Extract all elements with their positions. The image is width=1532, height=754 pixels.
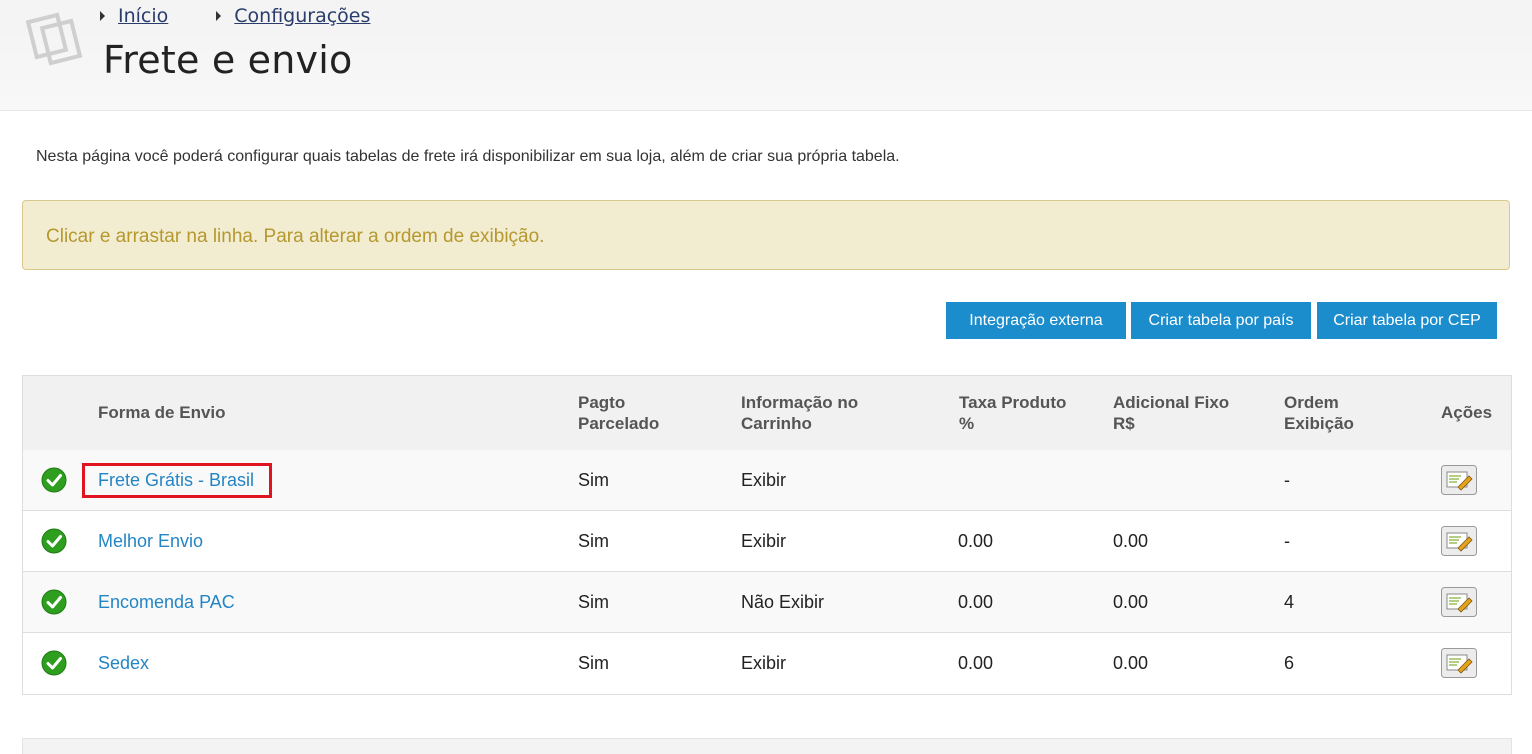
cell-taxa: 0.00 [958,592,994,612]
cell-adicional: 0.00 [1113,531,1149,551]
header-acoes: Ações [1441,402,1492,423]
header-adicional-line1: Adicional Fixo [1113,393,1230,412]
header-adicional-line2: R$ [1113,414,1135,433]
table-row[interactable]: Encomenda PAC Sim Não Exibir 0.00 0.00 4 [23,572,1511,633]
header-ordem-exibicao: Ordem Exibição [1284,392,1354,434]
cell-ordem: 4 [1284,592,1295,612]
header-pagto-line1: Pagto [578,393,626,412]
header-taxa-produto: Taxa Produto % [959,392,1066,434]
edit-icon[interactable] [1441,587,1477,617]
cell-parcelado: Sim [578,653,609,673]
cell-adicional: 0.00 [1113,653,1149,673]
breadcrumb-item-inicio: Início [100,5,168,27]
header-taxa-line2: % [959,414,975,433]
header-acoes-label: Ações [1441,403,1493,422]
header-ordem-line2: Exibição [1284,414,1354,433]
edit-icon[interactable] [1441,648,1477,678]
shipping-name-link[interactable]: Encomenda PAC [98,592,235,613]
check-circle-icon [41,467,67,493]
caret-right-icon [100,11,105,21]
alert-text: Clicar e arrastar na linha. Para alterar… [46,226,545,247]
header-ordem-line1: Ordem [1284,393,1339,412]
check-circle-icon [41,528,67,554]
check-circle-icon [41,650,67,676]
breadcrumb-link-configuracoes[interactable]: Configurações [234,5,370,27]
cell-info: Exibir [741,470,787,490]
page-title: Frete e envio [103,38,353,82]
table-row[interactable]: Frete Grátis - Brasil Sim Exibir - [23,450,1511,511]
cell-ordem: - [1284,531,1290,551]
check-circle-icon [41,589,67,615]
cell-info: Exibir [741,531,787,551]
header-pagto-parcelado: Pagto Parcelado [578,392,659,434]
pages-icon [26,12,83,66]
cell-adicional: 0.00 [1113,592,1149,612]
header-informacao-carrinho: Informação no Carrinho [741,392,858,434]
page-header: Início Configurações Frete e envio [0,0,1532,111]
header-forma-envio: Forma de Envio [98,402,226,423]
breadcrumb-link-inicio[interactable]: Início [118,5,168,27]
header-forma-envio-label: Forma de Envio [98,403,226,422]
table-header: Forma de Envio Pagto Parcelado Informaçã… [23,376,1511,451]
edit-icon[interactable] [1441,465,1477,495]
info-alert: Clicar e arrastar na linha. Para alterar… [22,200,1510,270]
shipping-name-link[interactable]: Sedex [98,653,149,674]
table-row[interactable]: Sedex Sim Exibir 0.00 0.00 6 [23,633,1511,694]
cell-ordem: - [1284,470,1290,490]
cell-info: Não Exibir [741,592,825,612]
table-row[interactable]: Melhor Envio Sim Exibir 0.00 0.00 - [23,511,1511,572]
header-taxa-line1: Taxa Produto [959,393,1067,412]
edit-icon[interactable] [1441,526,1477,556]
cell-taxa: 0.00 [958,653,994,673]
shipping-name-link[interactable]: Frete Grátis - Brasil [98,470,254,491]
cell-parcelado: Sim [578,531,609,551]
create-table-by-country-button[interactable]: Criar tabela por país [1131,302,1311,339]
breadcrumb: Início Configurações [100,5,370,27]
external-integration-button[interactable]: Integração externa [946,302,1126,339]
cell-parcelado: Sim [578,470,609,490]
cell-parcelado: Sim [578,592,609,612]
shipping-name-link[interactable]: Melhor Envio [98,531,203,552]
cell-info: Exibir [741,653,787,673]
cell-ordem: 6 [1284,653,1295,673]
header-info-line2: Carrinho [741,414,812,433]
header-adicional-fixo: Adicional Fixo R$ [1113,392,1229,434]
cell-taxa: 0.00 [958,531,994,551]
shipping-table: Forma de Envio Pagto Parcelado Informaçã… [22,375,1512,695]
intro-text: Nesta página você poderá configurar quai… [36,148,900,165]
breadcrumb-item-configuracoes: Configurações [216,5,370,27]
caret-right-icon [216,11,222,21]
create-table-by-cep-button[interactable]: Criar tabela por CEP [1317,302,1497,339]
header-info-line1: Informação no [741,393,859,412]
footer-panel [22,738,1512,754]
header-pagto-line2: Parcelado [578,414,660,433]
